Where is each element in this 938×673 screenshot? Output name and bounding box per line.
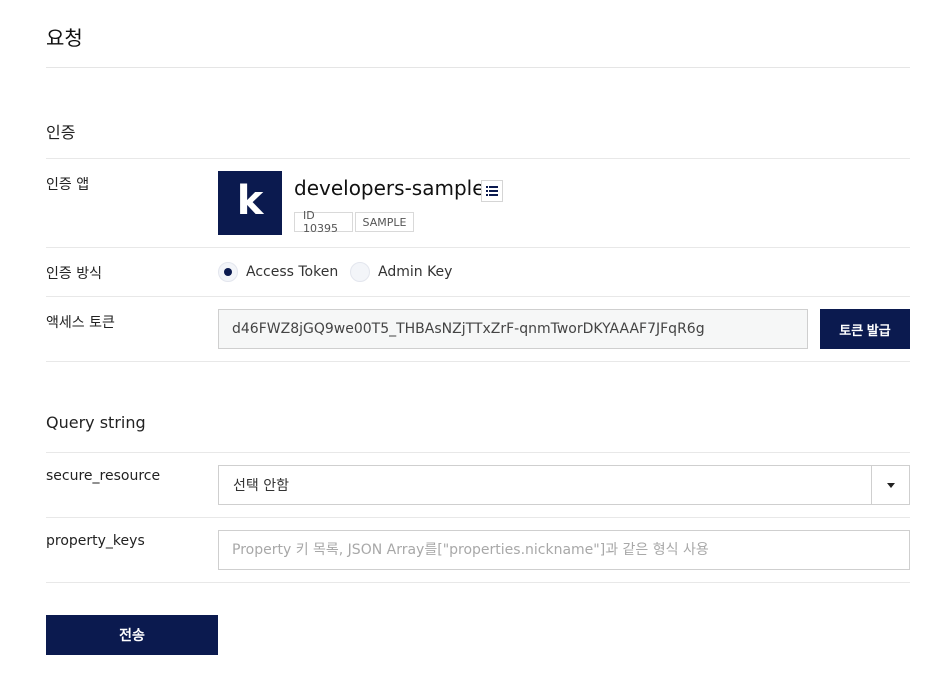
- auth-method-label: 인증 방식: [46, 266, 102, 282]
- property-keys-input[interactable]: [218, 530, 910, 570]
- app-name: developers-sample: [294, 176, 485, 200]
- send-button[interactable]: 전송: [46, 615, 218, 655]
- row-divider: [46, 296, 910, 297]
- radio-button[interactable]: [350, 262, 370, 282]
- secure-resource-label: secure_resource: [46, 468, 161, 484]
- radio-label: Admin Key: [378, 264, 453, 280]
- secure-resource-value: 선택 안함: [233, 478, 289, 494]
- radio-access-token[interactable]: Access Token: [218, 262, 338, 282]
- row-divider: [46, 361, 910, 362]
- app-id-tag: ID 10395: [294, 209, 353, 235]
- app-logo-letter: k: [236, 178, 264, 224]
- row-divider: [46, 247, 910, 248]
- radio-label: Access Token: [246, 264, 339, 280]
- app-type-tag: SAMPLE: [355, 212, 414, 232]
- radio-button[interactable]: [218, 262, 238, 282]
- list-icon[interactable]: [481, 180, 503, 202]
- query-section-title: Query string: [46, 413, 146, 432]
- access-token-field[interactable]: d46FWZ8jGQ9we00T5_THBAsNZjTTxZrF-qnmTwor…: [218, 309, 808, 349]
- radio-selected-dot: [224, 268, 232, 276]
- row-divider: [46, 158, 910, 159]
- page-title: 요청: [46, 26, 83, 50]
- title-divider: [46, 67, 910, 68]
- row-divider: [46, 582, 910, 583]
- chevron-down-icon[interactable]: [871, 466, 909, 504]
- radio-admin-key[interactable]: Admin Key: [350, 262, 452, 282]
- auth-section-title: 인증: [46, 123, 76, 142]
- property-keys-label: property_keys: [46, 533, 145, 549]
- secure-resource-select[interactable]: 선택 안함: [218, 465, 910, 505]
- access-token-label: 액세스 토큰: [46, 315, 115, 331]
- app-logo: k: [218, 171, 282, 235]
- row-divider: [46, 517, 910, 518]
- row-divider: [46, 452, 910, 453]
- issue-token-button[interactable]: 토큰 발급: [820, 309, 910, 349]
- auth-app-label: 인증 앱: [46, 177, 90, 193]
